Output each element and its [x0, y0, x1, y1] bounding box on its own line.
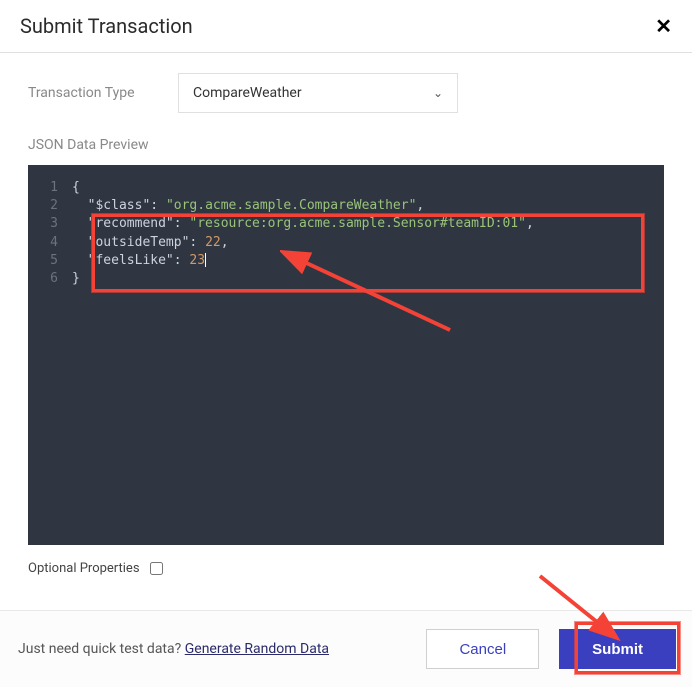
code-line: 4 "outsideTemp": 22,: [28, 234, 664, 252]
transaction-type-row: Transaction Type CompareWeather ⌄: [28, 73, 664, 113]
modal-title: Submit Transaction: [20, 14, 193, 38]
code-line: 3 "recommend": "resource:org.acme.sample…: [28, 215, 664, 233]
modal-footer: Just need quick test data? Generate Rand…: [0, 610, 692, 687]
line-number: 6: [28, 270, 72, 288]
quick-test-hint: Just need quick test data? Generate Rand…: [16, 641, 329, 657]
line-number: 5: [28, 252, 72, 270]
hint-text: Just need quick test data?: [18, 641, 185, 657]
code-content: {: [72, 179, 80, 197]
line-number: 4: [28, 234, 72, 252]
submit-transaction-modal: Submit Transaction ✕ Transaction Type Co…: [0, 0, 692, 687]
modal-header: Submit Transaction ✕: [0, 0, 692, 53]
code-line: 6}: [28, 270, 664, 288]
transaction-type-value: CompareWeather: [193, 85, 302, 101]
code-content: "$class": "org.acme.sample.CompareWeathe…: [72, 197, 424, 215]
code-content: "recommend": "resource:org.acme.sample.S…: [72, 215, 534, 233]
line-number: 2: [28, 197, 72, 215]
submit-button[interactable]: Submit: [559, 629, 676, 669]
code-line: 2 "$class": "org.acme.sample.CompareWeat…: [28, 197, 664, 215]
modal-body: Transaction Type CompareWeather ⌄ JSON D…: [0, 53, 692, 555]
code-content: }: [72, 270, 80, 288]
transaction-type-select[interactable]: CompareWeather ⌄: [178, 73, 458, 113]
transaction-type-label: Transaction Type: [28, 85, 178, 101]
chevron-down-icon: ⌄: [433, 86, 443, 100]
json-editor[interactable]: 1{2 "$class": "org.acme.sample.CompareWe…: [28, 165, 664, 545]
code-content: "feelsLike": 23: [72, 252, 206, 270]
line-number: 3: [28, 215, 72, 233]
optional-properties-checkbox[interactable]: [150, 562, 163, 575]
json-preview-label: JSON Data Preview: [28, 137, 664, 153]
line-number: 1: [28, 179, 72, 197]
optional-properties-row: Optional Properties: [0, 555, 692, 588]
generate-random-data-link[interactable]: Generate Random Data: [185, 641, 329, 657]
code-content: "outsideTemp": 22,: [72, 234, 229, 252]
code-line: 1{: [28, 179, 664, 197]
optional-properties-label: Optional Properties: [28, 561, 140, 576]
close-icon[interactable]: ✕: [655, 14, 672, 38]
cancel-button[interactable]: Cancel: [426, 629, 539, 669]
code-line: 5 "feelsLike": 23: [28, 252, 664, 270]
